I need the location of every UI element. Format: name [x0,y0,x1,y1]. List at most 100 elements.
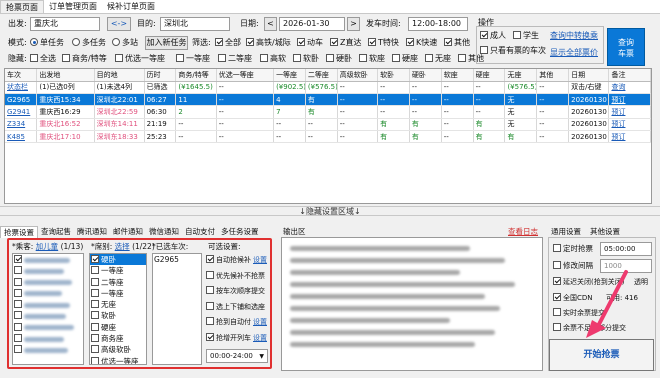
book-link[interactable]: 预订 [608,130,651,144]
column-header[interactable]: 备注 [608,69,651,82]
mode-multi-radio[interactable]: 多任务 [72,37,106,49]
column-header[interactable]: 软座 [441,69,474,82]
filter-all-checkbox[interactable]: 全部 [215,37,241,49]
table-cell: 无 [504,118,538,131]
book-link[interactable]: 预订 [608,105,651,119]
train-number-cell[interactable]: 状态栏 [5,81,38,95]
add-task-button[interactable]: 加入新任务 [145,36,188,50]
filter-z-checkbox[interactable]: Z直达 [330,37,361,49]
column-header[interactable]: 硬座 [473,69,506,82]
tab-sale-query[interactable]: 查询起售 [38,226,74,238]
table-cell: -- [305,118,338,131]
adult-checkbox[interactable]: 成人 [480,30,506,42]
hide-label: 隐藏: [8,54,27,63]
date-next-button[interactable]: > [347,17,360,31]
table-row[interactable]: K485 重庆北17:10 深圳东18:33 25:23 -- -- -- -- -- 有有 -- 有… [5,130,651,144]
table-cell: (1)已选0列 [36,81,95,95]
table-cell: -- [377,81,410,95]
filter-d-checkbox[interactable]: 动车 [297,37,323,49]
column-header[interactable]: 硬卧 [409,69,442,82]
filter-k-checkbox[interactable]: K快速 [406,37,437,49]
table-cell: 深圳北22:59 [94,105,145,119]
column-header[interactable]: 历时 [144,69,177,82]
date-prev-button[interactable]: < [264,17,277,31]
train-number-cell[interactable]: Z334 [5,118,38,131]
transfer-query-link[interactable]: 查询中转换乘 [550,30,598,42]
column-header[interactable]: 出发地 [36,69,95,82]
hide-all-checkbox[interactable]: 全选 [30,53,56,65]
student-checkbox[interactable]: 学生 [513,30,539,42]
table-cell: 重庆北16:52 [36,118,95,131]
hide-second-checkbox[interactable]: 二等座 [218,53,252,65]
filter-gc-checkbox[interactable]: 高铁/城际 [246,37,291,49]
column-header[interactable]: 车次 [5,69,38,82]
table-cell: -- [441,118,474,131]
column-header[interactable]: 日期 [568,69,610,82]
tab-waitlist-orders[interactable]: 候补订单页面 [102,0,160,13]
train-table: 车次 出发地 目的地 历时 商务/特等 优选一等座 一等座 二等座 高级软卧 软卧 硬卧 软座 硬座 无座… [4,68,652,204]
hide-high-soft-checkbox[interactable]: 高软 [260,53,286,65]
hide-premium-first-checkbox[interactable]: 优选一等座 [115,53,165,65]
filter-label: 筛选: [192,38,211,47]
train-number-cell[interactable]: G2941 [5,105,38,119]
column-header[interactable]: 无座 [504,69,538,82]
table-cell: 有 [473,130,506,144]
column-header[interactable]: 软卧 [377,69,410,82]
table-cell: 25:23 [144,130,177,144]
hide-settings-splitter[interactable]: ↓隐藏设置区域↓ [0,206,660,216]
hide-no-seat-checkbox[interactable]: 无座 [425,53,451,65]
tab-order-management[interactable]: 订单管理页面 [44,0,102,13]
tab-grab-settings[interactable]: 抢票设置 [0,226,38,238]
column-header[interactable]: 高级软卧 [337,69,379,82]
table-row[interactable]: Z334 重庆北16:52 深圳东14:11 21:19 -- -- -- -- -- 有有 -- 有… [5,118,651,131]
table-cell: 重庆北17:10 [36,130,95,144]
from-station-input[interactable]: 重庆北 [30,17,100,31]
column-header[interactable]: 二等座 [305,69,338,82]
hide-soft-seat-checkbox[interactable]: 软座 [359,53,385,65]
hide-soft-sleeper-checkbox[interactable]: 软卧 [293,53,319,65]
table-cell: -- [441,81,474,95]
column-header[interactable]: 优选一等座 [216,69,275,82]
column-header[interactable]: 其他 [536,69,570,82]
train-number-cell[interactable]: K485 [5,130,38,144]
table-cell: -- [377,93,410,107]
table-cell: -- [337,130,379,144]
column-header[interactable]: 一等座 [273,69,306,82]
swap-stations-button[interactable]: <-> [107,17,131,31]
column-header[interactable]: 商务/特等 [175,69,217,82]
table-cell: 有 [305,93,338,107]
filter-t-checkbox[interactable]: T特快 [368,37,399,49]
tab-multitask[interactable]: 多任务设置 [218,226,262,238]
only-with-seats-checkbox[interactable]: 只看有票的车次 [480,45,546,57]
show-all-prices-link[interactable]: 显示全部票价 [550,47,598,59]
table-cell: 21:19 [144,118,177,131]
column-header[interactable]: 目的地 [94,69,145,82]
mode-single-radio[interactable]: 单任务 [30,37,64,49]
train-number-cell[interactable]: G2965 [5,93,38,107]
hide-hard-seat-checkbox[interactable]: 硬座 [392,53,418,65]
timer-checkbox[interactable]: 定时抢票 [553,243,593,255]
tab-wechat-notify[interactable]: 微信通知 [146,226,182,238]
tab-tencent-notify[interactable]: 腾讯通知 [74,226,110,238]
tab-grab-ticket[interactable]: 抢票页面 [0,0,44,13]
query-tickets-button[interactable]: 查询 车票 [607,28,645,66]
date-input[interactable]: 2026-01-30 [279,17,345,31]
highlight-box [7,238,272,369]
hide-business-checkbox[interactable]: 商务/特等 [62,53,107,65]
tab-auto-pay[interactable]: 自动支付 [182,226,218,238]
book-link[interactable]: 预订 [608,118,651,131]
table-row[interactable]: G2965 重庆西15:34 深圳北22:01 06:27 11 -- 4 有 -- -- -- --… [5,93,651,107]
timer-time-input[interactable]: 05:00:00 [600,242,652,256]
book-link[interactable]: 预订 [608,93,651,107]
filter-other-checkbox[interactable]: 其他 [444,37,470,49]
tab-email-notify[interactable]: 邮件通知 [110,226,146,238]
hide-first-checkbox[interactable]: 一等座 [176,53,210,65]
departure-time-select[interactable]: 12:00-18:00 [408,17,468,31]
to-station-input[interactable]: 深圳北 [160,17,230,31]
mode-multistation-radio[interactable]: 多站 [112,37,138,49]
table-cell: -- [536,118,570,131]
table-row[interactable]: G2941 重庆西16:29 深圳北22:59 06:30 2 -- 7 有 -- -- -- -- -… [5,105,651,119]
hide-hard-sleeper-checkbox[interactable]: 硬卧 [326,53,352,65]
status-row[interactable]: 状态栏 (1)已选0列 (1)未选4列 已筛选 (¥1645.5) -- (¥902.5)(… [5,81,651,95]
book-link[interactable]: 查询 [608,81,651,95]
